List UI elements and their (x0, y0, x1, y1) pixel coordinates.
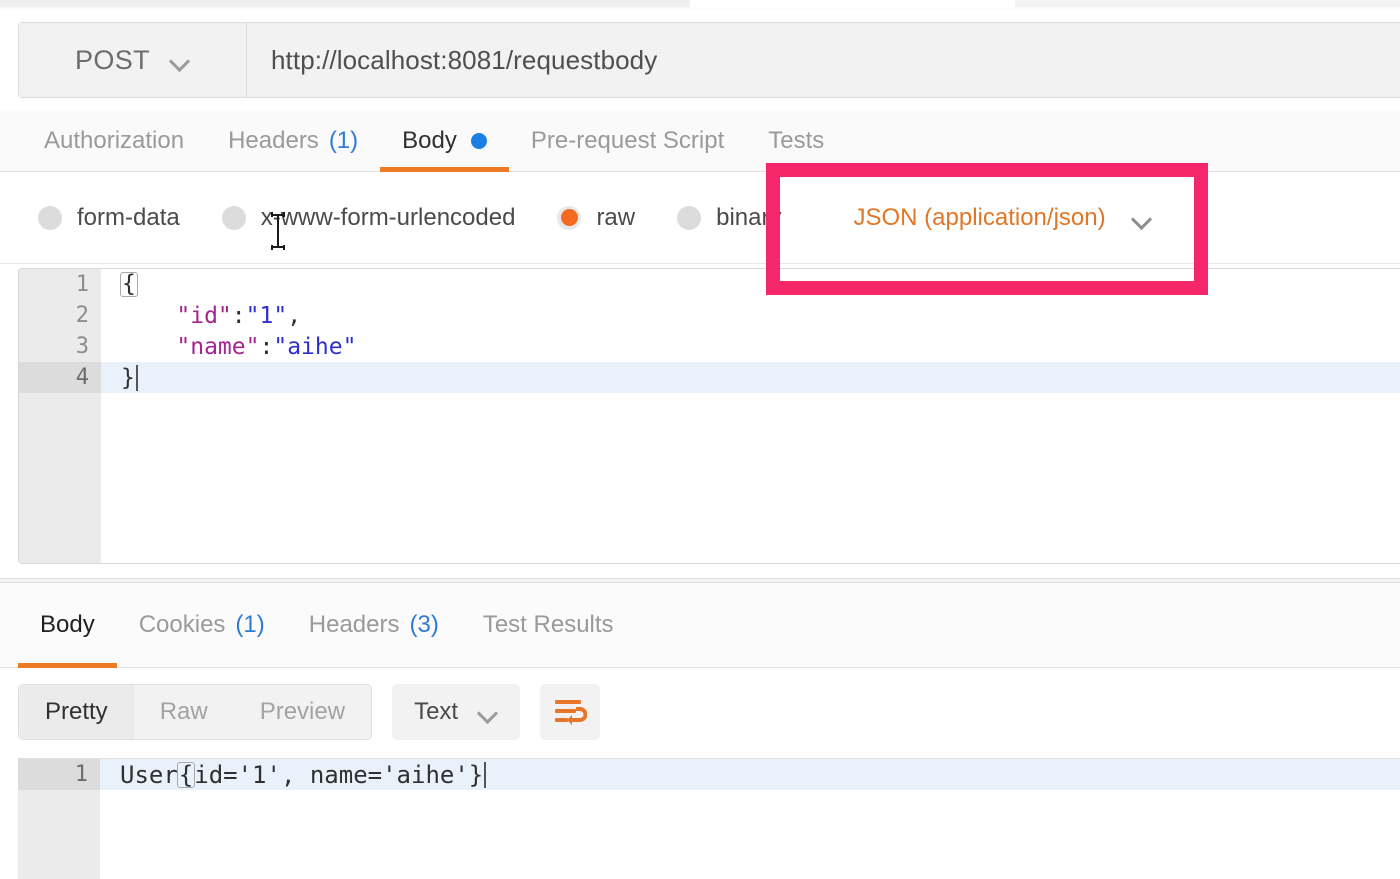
request-url-bar: POST http://localhost:8081/requestbody (18, 22, 1400, 98)
radio-icon (221, 205, 246, 230)
response-view-preview[interactable]: Preview (234, 685, 371, 739)
response-view-mode-group: Pretty Raw Preview (18, 684, 373, 740)
request-url-input[interactable]: http://localhost:8081/requestbody (247, 23, 1400, 97)
request-tab-pre-request-script[interactable]: Pre-request Script (509, 110, 746, 172)
line-number-text: 1 (75, 272, 89, 297)
body-type-form-data[interactable]: form-data (38, 204, 180, 232)
request-tab-label: Headers (228, 126, 319, 154)
window-tab-strip-sliver (0, 0, 1400, 10)
response-tab-headers[interactable]: Headers (3) (287, 583, 461, 668)
code-line: "id" : "1" , (101, 300, 1400, 331)
json-close-brace: } (121, 364, 135, 391)
json-colon: : (231, 302, 246, 329)
response-tab-label: Cookies (138, 611, 226, 638)
view-mode-label: Preview (259, 698, 346, 725)
json-value: "aihe" (273, 333, 357, 360)
chevron-down-icon (1132, 212, 1152, 224)
text-caret (484, 761, 487, 788)
response-open-brace: { (176, 760, 196, 789)
postman-request-response-pane: POST http://localhost:8081/requestbody A… (0, 0, 1400, 879)
request-editor-gutter: 1 2 3 4 (19, 269, 119, 563)
text-caret (135, 364, 138, 391)
response-tab-body[interactable]: Body (18, 583, 117, 668)
response-editor-code-area[interactable]: User { id='1', name='aihe'} (100, 759, 1400, 879)
code-line: { (101, 269, 1400, 300)
request-url-text: http://localhost:8081/requestbody (271, 44, 658, 75)
tab-strip-segment-left (0, 0, 690, 7)
response-tab-count: (1) (235, 611, 265, 638)
json-key: "id" (176, 302, 232, 329)
gutter-line-number-active: 4 (19, 362, 101, 393)
response-format-label: Text (414, 698, 459, 725)
line-number-text: 1 (74, 762, 88, 787)
response-tab-label: Headers (308, 611, 400, 638)
response-tab-bar: Body Cookies (1) Headers (3) Test Result… (0, 583, 1400, 668)
code-line-active: } (101, 362, 1400, 393)
body-type-x-www-form-urlencoded[interactable]: x-www-form-urlencoded (221, 203, 516, 232)
response-tab-cookies[interactable]: Cookies (1) (117, 583, 287, 668)
response-text-rest: id='1', name='aihe'} (194, 760, 484, 789)
tab-strip-segment-active (690, 0, 1015, 8)
code-line: "name" : "aihe" (101, 331, 1400, 362)
request-tab-count: (1) (328, 126, 359, 154)
request-tab-bar: Authorization Headers (1) Body Pre-reque… (0, 110, 1400, 172)
line-number-text: 4 (75, 365, 89, 390)
request-tab-headers[interactable]: Headers (1) (206, 110, 380, 172)
body-type-label: binary (716, 203, 782, 231)
body-type-selector-row: form-data x-www-form-urlencoded raw bina… (0, 172, 1400, 264)
chevron-down-icon (170, 54, 190, 66)
tab-strip-segment-right (1015, 0, 1400, 7)
content-type-select[interactable]: JSON (application/json) (853, 204, 1151, 232)
gutter-line-number-active: 1 (18, 759, 100, 790)
json-key: "name" (176, 333, 260, 360)
word-wrap-icon (555, 700, 588, 725)
word-wrap-toggle-button[interactable] (540, 684, 601, 740)
json-colon: : (259, 333, 274, 360)
response-view-raw[interactable]: Raw (134, 685, 234, 739)
json-comma: , (287, 302, 302, 329)
json-open-brace: { (120, 271, 138, 297)
response-tab-label: Body (40, 611, 95, 638)
line-number-text: 2 (75, 303, 89, 328)
json-value: "1" (245, 302, 288, 329)
request-tab-label: Authorization (44, 126, 185, 154)
body-type-label: raw (596, 203, 636, 231)
response-view-pretty[interactable]: Pretty (19, 685, 134, 739)
body-type-label: x-www-form-urlencoded (260, 203, 516, 231)
request-editor-code-area[interactable]: { "id" : "1" , "name" : "aihe" } (101, 269, 1400, 563)
body-modified-dot-icon (470, 132, 487, 149)
request-tab-label: Pre-request Script (530, 126, 725, 154)
gutter-line-number: 1 (19, 269, 119, 300)
line-number-text: 3 (75, 334, 89, 359)
response-tab-label: Test Results (482, 611, 614, 638)
response-body-editor[interactable]: 1 User { id='1', name='aihe'} (18, 758, 1400, 879)
response-editor-gutter: 1 (18, 759, 100, 879)
gutter-line-number: 2 (19, 300, 101, 331)
radio-icon-selected (557, 205, 582, 230)
code-line-active: User { id='1', name='aihe'} (100, 759, 1400, 790)
content-type-label: JSON (application/json) (853, 203, 1106, 231)
response-text-prefix: User (120, 760, 178, 789)
response-tab-count: (3) (409, 611, 439, 638)
http-method-label: POST (74, 44, 151, 75)
body-type-label: form-data (77, 203, 180, 231)
view-mode-label: Raw (159, 698, 208, 725)
response-tab-test-results[interactable]: Test Results (461, 583, 636, 668)
radio-icon (38, 205, 62, 230)
request-body-editor[interactable]: 1 2 3 4 { "id" : "1" , "name": "aihe"} (18, 268, 1400, 564)
chevron-down-icon (478, 706, 498, 718)
http-method-select[interactable]: POST (19, 23, 247, 97)
request-tab-label: Tests (768, 126, 825, 154)
request-tab-label: Body (402, 126, 457, 154)
body-type-raw[interactable]: raw (557, 204, 635, 232)
view-mode-label: Pretty (45, 698, 108, 725)
response-view-toolbar: Pretty Raw Preview Text (0, 668, 1400, 756)
request-tab-body[interactable]: Body (380, 110, 509, 172)
request-tab-authorization[interactable]: Authorization (22, 110, 206, 172)
response-format-select[interactable]: Text (392, 684, 521, 740)
radio-icon (677, 205, 702, 230)
request-tab-tests[interactable]: Tests (746, 110, 846, 172)
gutter-line-number: 3 (19, 331, 101, 362)
body-type-binary[interactable]: binary (677, 204, 781, 232)
